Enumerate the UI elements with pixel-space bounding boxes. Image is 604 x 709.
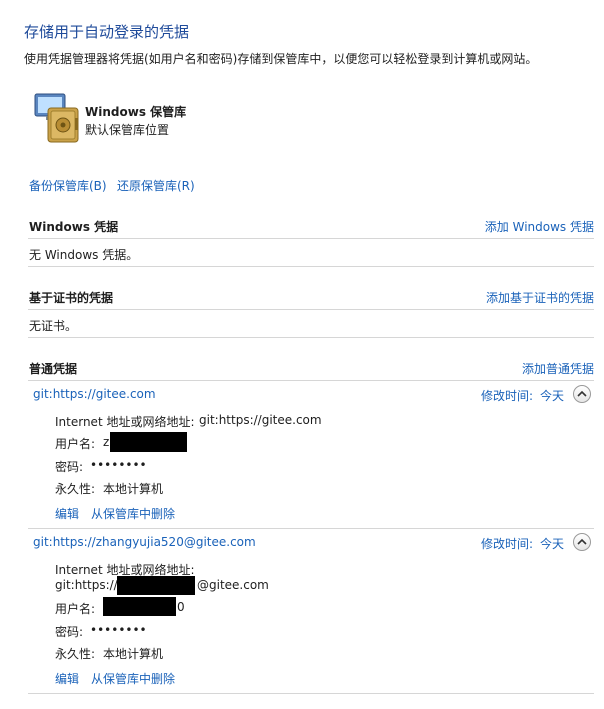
edit-credential-link[interactable]: 编辑	[55, 505, 79, 522]
persistence-label: 永久性:	[55, 647, 96, 661]
divider	[28, 693, 594, 694]
windows-credentials-heading: Windows 凭据	[29, 220, 119, 234]
add-generic-credential-link[interactable]: 添加普通凭据	[522, 360, 594, 377]
password-value: ••••••••	[90, 458, 147, 472]
username-value: z	[103, 435, 110, 449]
credential-name-link[interactable]: git:https://zhangyujia520@gitee.com	[33, 535, 256, 549]
vault-name: Windows 保管库	[85, 105, 187, 119]
address-value: git:https://gitee.com	[199, 413, 322, 427]
address-label: Internet 地址或网络地址:	[55, 415, 195, 429]
windows-credentials-empty: 无 Windows 凭据。	[29, 248, 139, 262]
address-suffix: @gitee.com	[197, 578, 269, 592]
cert-credentials-heading: 基于证书的凭据	[29, 291, 114, 305]
add-windows-credential-link[interactable]: 添加 Windows 凭据	[485, 218, 594, 235]
modified-label: 修改时间:	[481, 389, 534, 403]
redaction-bar	[103, 597, 176, 616]
username-label: 用户名:	[55, 602, 96, 616]
divider	[28, 266, 594, 267]
address-prefix: git:https://	[55, 578, 118, 592]
generic-credentials-heading: 普通凭据	[29, 362, 78, 376]
persistence-value: 本地计算机	[103, 647, 164, 661]
page-description: 使用凭据管理器将凭据(如用户名和密码)存储到保管库中，以便您可以轻松登录到计算机…	[24, 52, 538, 66]
password-label: 密码:	[55, 625, 84, 639]
modified-value: 今天	[540, 537, 565, 551]
modified-value: 今天	[540, 389, 565, 403]
collapse-chevron-up-icon[interactable]	[573, 533, 591, 551]
remove-credential-link[interactable]: 从保管库中删除	[91, 670, 175, 687]
divider	[28, 238, 594, 239]
edit-credential-link[interactable]: 编辑	[55, 670, 79, 687]
username-label: 用户名:	[55, 437, 96, 451]
vault-icon	[32, 92, 82, 144]
credential-name-link[interactable]: git:https://gitee.com	[33, 387, 156, 401]
password-label: 密码:	[55, 460, 84, 474]
divider	[28, 337, 594, 338]
divider	[28, 309, 594, 310]
remove-credential-link[interactable]: 从保管库中删除	[91, 505, 175, 522]
redaction-bar	[110, 432, 187, 452]
divider	[28, 528, 594, 529]
redaction-bar	[117, 576, 195, 595]
persistence-label: 永久性:	[55, 482, 96, 496]
cert-credentials-empty: 无证书。	[29, 319, 78, 333]
backup-vault-link[interactable]: 备份保管库(B)	[29, 177, 107, 194]
password-value: ••••••••	[90, 623, 147, 637]
divider	[28, 380, 594, 381]
username-value: 0	[177, 600, 185, 614]
collapse-chevron-up-icon[interactable]	[573, 385, 591, 403]
add-cert-credential-link[interactable]: 添加基于证书的凭据	[486, 289, 594, 306]
vault-subtitle: 默认保管库位置	[85, 123, 170, 137]
modified-label: 修改时间:	[481, 537, 534, 551]
restore-vault-link[interactable]: 还原保管库(R)	[117, 177, 195, 194]
persistence-value: 本地计算机	[103, 482, 164, 496]
page-title: 存储用于自动登录的凭据	[24, 23, 190, 41]
